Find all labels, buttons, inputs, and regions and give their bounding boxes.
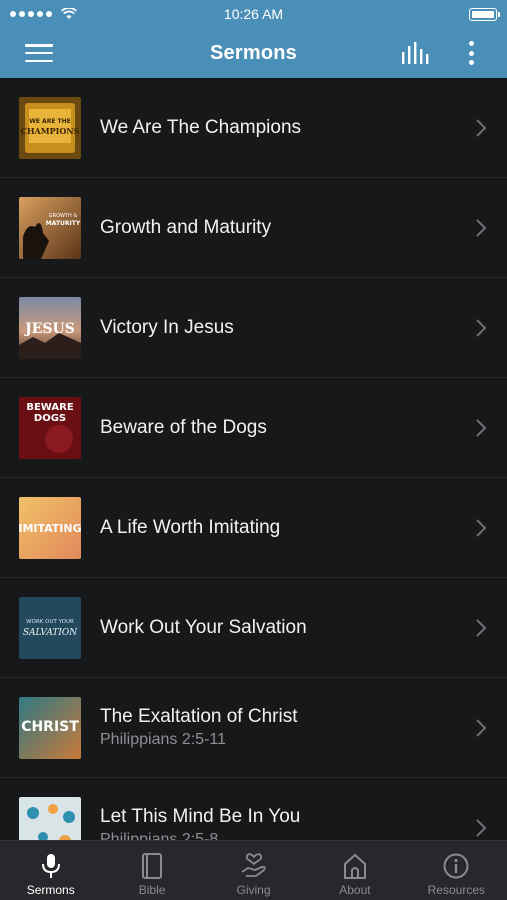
chevron-right-icon [476, 618, 487, 637]
svg-text:WORK OUT YOUR: WORK OUT YOUR [26, 619, 74, 625]
tab-label: Giving [236, 883, 271, 897]
sermon-thumbnail [19, 796, 81, 840]
svg-text:GROWTH &: GROWTH & [49, 213, 78, 219]
tab-label: About [339, 883, 371, 897]
svg-text:SALVATION: SALVATION [23, 628, 78, 638]
chevron-right-icon [476, 818, 487, 837]
sermon-thumbnail: GROWTH & MATURITY [19, 196, 81, 259]
sermon-title: Let This Mind Be In You [100, 806, 301, 827]
sermon-thumbnail: WORK OUT YOUR SALVATION [19, 596, 81, 659]
status-bar: 10:26 AM [0, 0, 507, 28]
svg-text:DOGS: DOGS [34, 413, 66, 424]
sermon-row[interactable]: BEWARE DOGS Beware of the Dogs [0, 378, 507, 478]
svg-text:MATURITY: MATURITY [46, 220, 81, 227]
sermon-thumbnail: WE ARE THE CHAMPIONS [19, 96, 81, 159]
svg-text:WE ARE THE: WE ARE THE [29, 118, 70, 125]
sermon-row[interactable]: IMITATING A Life Worth Imitating [0, 478, 507, 578]
tab-label: Sermons [26, 883, 75, 897]
sermon-row[interactable]: WORK OUT YOUR SALVATION Work Out Your Sa… [0, 578, 507, 678]
sermon-title: Victory In Jesus [100, 316, 234, 338]
audio-levels-icon[interactable] [401, 40, 433, 66]
info-icon [443, 853, 469, 879]
sermon-row[interactable]: Let This Mind Be In You Philippians 2:5-… [0, 778, 507, 840]
sermon-subtitle: Philippians 2:5-8 [100, 831, 219, 840]
tab-sermons[interactable]: Sermons [0, 841, 101, 900]
church-icon [343, 853, 366, 879]
microphone-icon [41, 854, 60, 878]
chevron-right-icon [476, 518, 487, 537]
tab-giving[interactable]: Giving [203, 841, 304, 900]
more-options-button[interactable] [463, 39, 479, 67]
svg-text:JESUS: JESUS [23, 321, 75, 337]
chevron-right-icon [476, 418, 487, 437]
sermon-subtitle: Philippians 2:5-11 [100, 731, 227, 748]
sermon-title: Growth and Maturity [100, 216, 272, 238]
sermon-row[interactable]: JESUS Victory In Jesus [0, 278, 507, 378]
tab-resources[interactable]: Resources [406, 841, 507, 900]
page-title: Sermons [210, 41, 297, 64]
sermon-title: Work Out Your Salvation [100, 616, 307, 638]
sermon-title: Beware of the Dogs [100, 416, 267, 438]
svg-text:BEWARE: BEWARE [26, 402, 73, 413]
sermon-thumbnail: BEWARE DOGS [19, 396, 81, 459]
tab-label: Resources [427, 883, 485, 897]
wifi-icon [61, 8, 77, 19]
sermon-title: We Are The Champions [100, 116, 302, 138]
battery-icon [469, 7, 500, 21]
sermon-thumbnail: JESUS [19, 296, 81, 359]
sermon-title: The Exaltation of Christ [100, 706, 298, 727]
chevron-right-icon [476, 218, 487, 237]
book-icon [142, 853, 163, 879]
sermon-thumbnail: IMITATING [19, 496, 81, 559]
sermon-row[interactable]: GROWTH & MATURITY Growth and Maturity [0, 178, 507, 278]
tab-bar: Sermons Bible Giving About Resources [0, 840, 507, 900]
giving-hand-icon [241, 853, 266, 877]
sermon-row[interactable]: WE ARE THE CHAMPIONS We Are The Champion… [0, 78, 507, 178]
chevron-right-icon [476, 718, 487, 737]
tab-about[interactable]: About [304, 841, 405, 900]
sermon-thumbnail: CHRIST [19, 696, 81, 759]
nav-bar: Sermons [0, 28, 507, 78]
svg-text:CHRIST: CHRIST [21, 719, 79, 735]
tab-label: Bible [138, 883, 166, 897]
svg-text:IMITATING: IMITATING [19, 522, 81, 535]
menu-button[interactable] [25, 42, 53, 64]
sermon-row[interactable]: CHRIST The Exaltation of Christ Philippi… [0, 678, 507, 778]
signal-strength-icon [10, 8, 77, 20]
chevron-right-icon [476, 318, 487, 337]
sermon-list: WE ARE THE CHAMPIONS We Are The Champion… [0, 78, 507, 840]
tab-bible[interactable]: Bible [101, 841, 202, 900]
svg-text:CHAMPIONS: CHAMPIONS [21, 126, 80, 136]
sermon-title: A Life Worth Imitating [100, 516, 281, 538]
chevron-right-icon [476, 118, 487, 137]
